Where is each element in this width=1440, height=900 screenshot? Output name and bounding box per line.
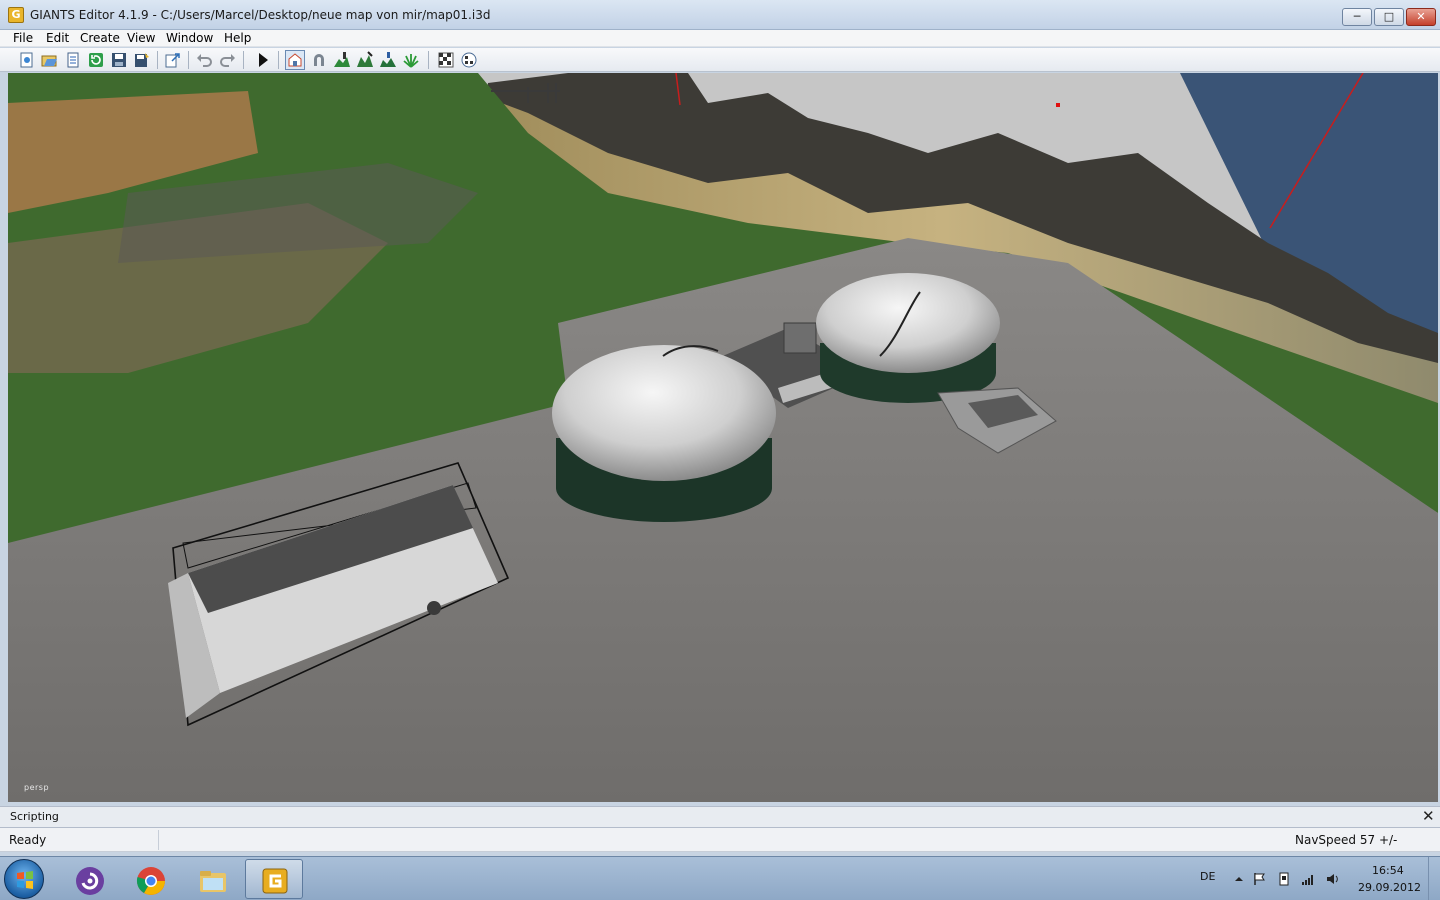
- minimize-icon: ─: [1353, 10, 1361, 23]
- title-bar: G GIANTS Editor 4.1.9 - C:/Users/Marcel/…: [0, 0, 1440, 30]
- close-icon: ✕: [1416, 10, 1426, 23]
- foliage-paint-icon: [403, 54, 419, 68]
- chrome-icon: [136, 867, 165, 895]
- 3d-viewport[interactable]: persp: [8, 73, 1438, 802]
- toolbar-separator: [243, 51, 244, 69]
- toolbar: [0, 48, 1440, 72]
- refresh-button[interactable]: [87, 51, 105, 69]
- status-text: Ready: [9, 833, 47, 847]
- dome-left: [552, 345, 776, 481]
- toolbar-separator: [157, 51, 158, 69]
- menu-create[interactable]: Create: [80, 31, 120, 45]
- bittorrent-icon: [76, 867, 104, 895]
- keyboard-language[interactable]: DE: [1200, 870, 1215, 883]
- undo-button[interactable]: [195, 51, 213, 69]
- save-as-icon: [135, 53, 149, 67]
- control-box: [783, 322, 817, 354]
- undo-icon: [197, 54, 212, 67]
- windows-taskbar: DE 16:54 29.09.2012: [0, 856, 1440, 900]
- tray-expand-button[interactable]: [1231, 871, 1247, 887]
- select-mode-button[interactable]: [285, 50, 305, 70]
- menu-help[interactable]: Help: [224, 31, 251, 45]
- redo-button[interactable]: [219, 51, 237, 69]
- menu-file[interactable]: File: [13, 31, 33, 45]
- foliage-paint-button[interactable]: [402, 51, 420, 69]
- tray-network[interactable]: [1300, 871, 1316, 887]
- clock-time[interactable]: 16:54: [1372, 864, 1404, 877]
- scripting-panel: Scripting ✕: [0, 806, 1440, 828]
- menu-bar: File Edit Create View Window Help: [0, 30, 1440, 47]
- export-icon: [165, 53, 180, 68]
- play-button[interactable]: [254, 51, 272, 69]
- refresh-icon: [89, 53, 103, 67]
- flag-icon: [1254, 873, 1265, 885]
- texture-paint-icon: [438, 52, 454, 68]
- scripting-title: Scripting: [10, 810, 59, 823]
- show-desktop-button[interactable]: [1428, 857, 1440, 900]
- maximize-button[interactable]: □: [1374, 8, 1404, 26]
- status-divider: [158, 830, 159, 850]
- menu-view[interactable]: View: [127, 31, 155, 45]
- import-icon: [67, 52, 79, 68]
- open-icon: [41, 55, 57, 67]
- magnet-button[interactable]: [310, 51, 328, 69]
- terrain-paint-icon: [334, 52, 350, 67]
- menu-edit[interactable]: Edit: [46, 31, 69, 45]
- save-button[interactable]: [110, 51, 128, 69]
- toolbar-separator: [188, 51, 189, 69]
- texture-erase-button[interactable]: [460, 51, 478, 69]
- device-icon: [1279, 872, 1289, 886]
- terrain-smooth-icon: [380, 52, 396, 67]
- tray-action-center[interactable]: [1252, 871, 1268, 887]
- chevron-up-icon: [1235, 877, 1243, 881]
- folder-icon: [200, 871, 226, 892]
- silo-object: [427, 601, 441, 615]
- play-icon: [259, 53, 268, 67]
- giants-editor-icon: [262, 868, 288, 894]
- terrain-sculpt-icon: [357, 51, 373, 67]
- volume-icon: [1327, 874, 1338, 884]
- texture-erase-icon: [461, 52, 477, 68]
- select-mode-icon: [288, 53, 302, 67]
- maximize-icon: □: [1383, 10, 1395, 23]
- new-scene-button[interactable]: [18, 51, 36, 69]
- status-bar: Ready NavSpeed 57 +/-: [0, 828, 1440, 852]
- save-as-button[interactable]: [133, 51, 151, 69]
- terrain-sculpt-button[interactable]: [356, 51, 374, 69]
- redo-icon: [220, 54, 235, 67]
- start-button[interactable]: [4, 859, 44, 899]
- scripting-close-button[interactable]: ✕: [1422, 808, 1435, 824]
- new-icon: [20, 52, 33, 68]
- import-button[interactable]: [64, 51, 82, 69]
- close-window-button[interactable]: ✕: [1406, 8, 1436, 26]
- texture-paint-button[interactable]: [437, 51, 455, 69]
- taskbar-chrome[interactable]: [121, 859, 179, 899]
- taskbar-bittorrent[interactable]: [60, 859, 118, 899]
- dome-right: [816, 273, 1000, 373]
- terrain-paint-button[interactable]: [333, 51, 351, 69]
- taskbar-explorer[interactable]: [183, 859, 241, 899]
- tray-volume[interactable]: [1325, 871, 1341, 887]
- export-button[interactable]: [164, 51, 182, 69]
- minimize-button[interactable]: ─: [1342, 8, 1372, 26]
- giants-app-icon: G: [8, 7, 24, 23]
- taskbar-giants-editor[interactable]: [245, 859, 303, 899]
- window-title: GIANTS Editor 4.1.9 - C:/Users/Marcel/De…: [30, 8, 491, 22]
- camera-label: persp: [24, 783, 50, 792]
- clock-date[interactable]: 29.09.2012: [1358, 881, 1421, 894]
- magnet-icon: [314, 54, 324, 66]
- terrain-smooth-button[interactable]: [379, 51, 397, 69]
- gizmo-point: [1056, 103, 1060, 107]
- tray-device[interactable]: [1276, 871, 1292, 887]
- open-button[interactable]: [40, 51, 58, 69]
- toolbar-separator: [428, 51, 429, 69]
- save-icon: [112, 53, 126, 67]
- toolbar-separator: [278, 51, 279, 69]
- nav-speed-readout: NavSpeed 57 +/-: [1295, 833, 1398, 847]
- menu-window[interactable]: Window: [166, 31, 213, 45]
- scene-render: [8, 73, 1438, 802]
- windows-logo-icon: [17, 871, 33, 889]
- network-signal-icon: [1302, 875, 1313, 885]
